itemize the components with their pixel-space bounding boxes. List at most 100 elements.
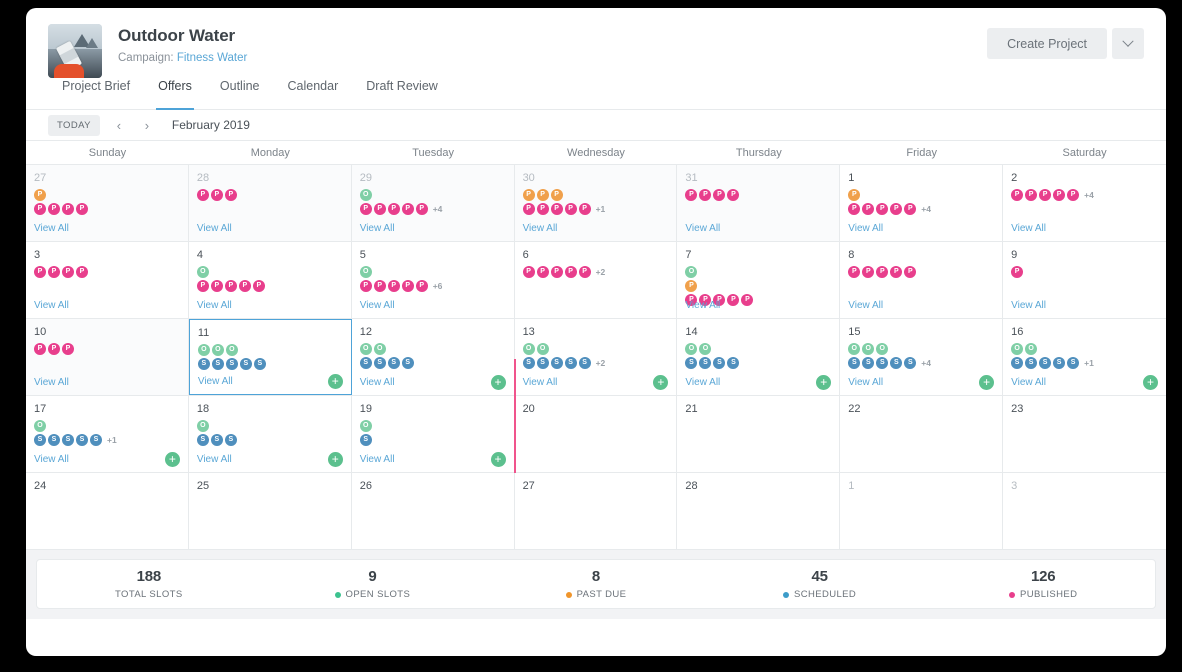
- slot-badge-open[interactable]: O: [359, 189, 372, 201]
- slot-badge-pub[interactable]: P: [76, 266, 88, 278]
- slot-badge-sch[interactable]: S: [1011, 357, 1024, 369]
- slot-badge-sch[interactable]: S: [224, 434, 237, 446]
- slot-badge-pub[interactable]: P: [238, 280, 251, 292]
- slot-badge-sch[interactable]: S: [876, 357, 889, 369]
- today-button[interactable]: TODAY: [48, 114, 100, 136]
- slot-badge-sch[interactable]: S: [387, 357, 400, 369]
- calendar-day-cell[interactable]: 6 P P P P P +2: [514, 242, 678, 318]
- slot-badge-sch[interactable]: S: [401, 357, 414, 369]
- calendar-day-cell[interactable]: 19 O S View All +: [351, 396, 515, 472]
- add-slot-button[interactable]: +: [1143, 375, 1158, 390]
- campaign-link[interactable]: Fitness Water: [177, 52, 248, 64]
- add-slot-button[interactable]: +: [653, 375, 669, 390]
- slot-badge-pub[interactable]: P: [359, 280, 372, 292]
- calendar-day-cell[interactable]: 29 O P P P P P +4 View All: [351, 165, 515, 241]
- view-all-link[interactable]: View All: [523, 223, 558, 234]
- slot-badge-pub[interactable]: P: [415, 203, 428, 215]
- calendar-day-cell[interactable]: 17 O S S S S S +1 View All +: [26, 396, 189, 472]
- add-slot-button[interactable]: +: [164, 452, 180, 467]
- slot-badge-pub[interactable]: P: [862, 203, 875, 215]
- slot-badge-sch[interactable]: S: [904, 357, 917, 369]
- calendar-day-cell[interactable]: 1 P P P P P P +4 View All: [840, 165, 1004, 241]
- view-all-link[interactable]: View All: [848, 377, 883, 388]
- calendar-day-cell[interactable]: 8 P P P P P View All: [840, 242, 1004, 318]
- slot-badge-sch[interactable]: S: [76, 434, 88, 446]
- calendar-day-cell[interactable]: 16 O O S S S S S +1 View All +: [1003, 319, 1166, 395]
- calendar-day-cell[interactable]: 1: [840, 473, 1004, 549]
- view-all-link[interactable]: View All: [34, 454, 69, 465]
- slot-badge-pub[interactable]: P: [1067, 189, 1080, 201]
- view-all-link[interactable]: View All: [197, 300, 232, 311]
- slot-badge-sch[interactable]: S: [699, 357, 712, 369]
- view-all-link[interactable]: View All: [1011, 300, 1046, 311]
- slot-badge-sch[interactable]: S: [1039, 357, 1052, 369]
- slot-badge-sch[interactable]: S: [62, 434, 74, 446]
- calendar-day-cell[interactable]: 5 O P P P P P +6 View All: [351, 242, 515, 318]
- slot-badge-sch[interactable]: S: [578, 357, 591, 369]
- view-all-link[interactable]: View All: [685, 300, 720, 311]
- slot-badge-pub[interactable]: P: [210, 280, 223, 292]
- slot-badge-sch[interactable]: S: [210, 434, 223, 446]
- slot-badge-pub[interactable]: P: [564, 266, 577, 278]
- slot-badge-sch[interactable]: S: [522, 357, 535, 369]
- calendar-day-cell[interactable]: 12 O O S S S S View All +: [351, 319, 515, 395]
- tab-outline[interactable]: Outline: [206, 79, 274, 109]
- view-all-link[interactable]: View All: [197, 223, 232, 234]
- add-slot-button[interactable]: +: [490, 375, 506, 390]
- slot-badge-due[interactable]: P: [34, 189, 46, 201]
- next-month-button[interactable]: ›: [138, 116, 156, 134]
- slot-badge-sch[interactable]: S: [197, 358, 210, 370]
- slot-badge-pub[interactable]: P: [1011, 266, 1024, 278]
- slot-badge-due[interactable]: P: [536, 189, 549, 201]
- slot-badge-pub[interactable]: P: [1025, 189, 1038, 201]
- slot-badge-open[interactable]: O: [359, 343, 372, 355]
- slot-badge-sch[interactable]: S: [1025, 357, 1038, 369]
- slot-badge-open[interactable]: O: [848, 343, 861, 355]
- slot-badge-pub[interactable]: P: [536, 203, 549, 215]
- slot-badge-sch[interactable]: S: [359, 434, 372, 446]
- slot-badge-pub[interactable]: P: [536, 266, 549, 278]
- slot-badge-open[interactable]: O: [536, 343, 549, 355]
- slot-badge-pub[interactable]: P: [34, 343, 46, 355]
- slot-badge-pub[interactable]: P: [713, 189, 726, 201]
- add-slot-button[interactable]: +: [490, 452, 506, 467]
- tab-offers[interactable]: Offers: [144, 79, 206, 110]
- slot-badge-pub[interactable]: P: [210, 189, 223, 201]
- slot-badge-pub[interactable]: P: [890, 203, 903, 215]
- view-all-link[interactable]: View All: [360, 300, 395, 311]
- slot-badge-sch[interactable]: S: [373, 357, 386, 369]
- slot-badge-pub[interactable]: P: [685, 189, 698, 201]
- slot-badge-open[interactable]: O: [876, 343, 889, 355]
- slot-badge-pub[interactable]: P: [564, 203, 577, 215]
- calendar-day-cell[interactable]: 13 O O S S S S S +2 View All +: [514, 319, 678, 395]
- add-slot-button[interactable]: +: [816, 375, 832, 390]
- slot-badge-pub[interactable]: P: [48, 266, 60, 278]
- slot-badge-pub[interactable]: P: [876, 203, 889, 215]
- slot-badge-pub[interactable]: P: [741, 294, 754, 306]
- slot-badge-sch[interactable]: S: [550, 357, 563, 369]
- calendar-day-cell[interactable]: 26: [351, 473, 515, 549]
- slot-badge-sch[interactable]: S: [713, 357, 726, 369]
- slot-badge-pub[interactable]: P: [904, 203, 917, 215]
- view-all-link[interactable]: View All: [523, 377, 558, 388]
- slot-badge-pub[interactable]: P: [401, 280, 414, 292]
- calendar-day-cell[interactable]: 2 P P P P P +4 View All: [1003, 165, 1166, 241]
- slot-badge-sch[interactable]: S: [1067, 357, 1080, 369]
- slot-badge-pub[interactable]: P: [550, 203, 563, 215]
- slot-badge-sch[interactable]: S: [890, 357, 903, 369]
- view-all-link[interactable]: View All: [1011, 377, 1046, 388]
- view-all-link[interactable]: View All: [360, 454, 395, 465]
- calendar-day-cell[interactable]: 21: [677, 396, 841, 472]
- slot-badge-sch[interactable]: S: [48, 434, 60, 446]
- slot-badge-due[interactable]: P: [522, 189, 535, 201]
- add-slot-button[interactable]: +: [979, 375, 995, 390]
- calendar-day-cell[interactable]: 20: [514, 396, 678, 472]
- slot-badge-open[interactable]: O: [373, 343, 386, 355]
- calendar-day-cell[interactable]: 23: [1003, 396, 1166, 472]
- slot-badge-open[interactable]: O: [522, 343, 535, 355]
- view-all-link[interactable]: View All: [848, 300, 883, 311]
- slot-badge-pub[interactable]: P: [876, 266, 889, 278]
- slot-badge-due[interactable]: P: [550, 189, 563, 201]
- slot-badge-sch[interactable]: S: [90, 434, 102, 446]
- slot-badge-pub[interactable]: P: [904, 266, 917, 278]
